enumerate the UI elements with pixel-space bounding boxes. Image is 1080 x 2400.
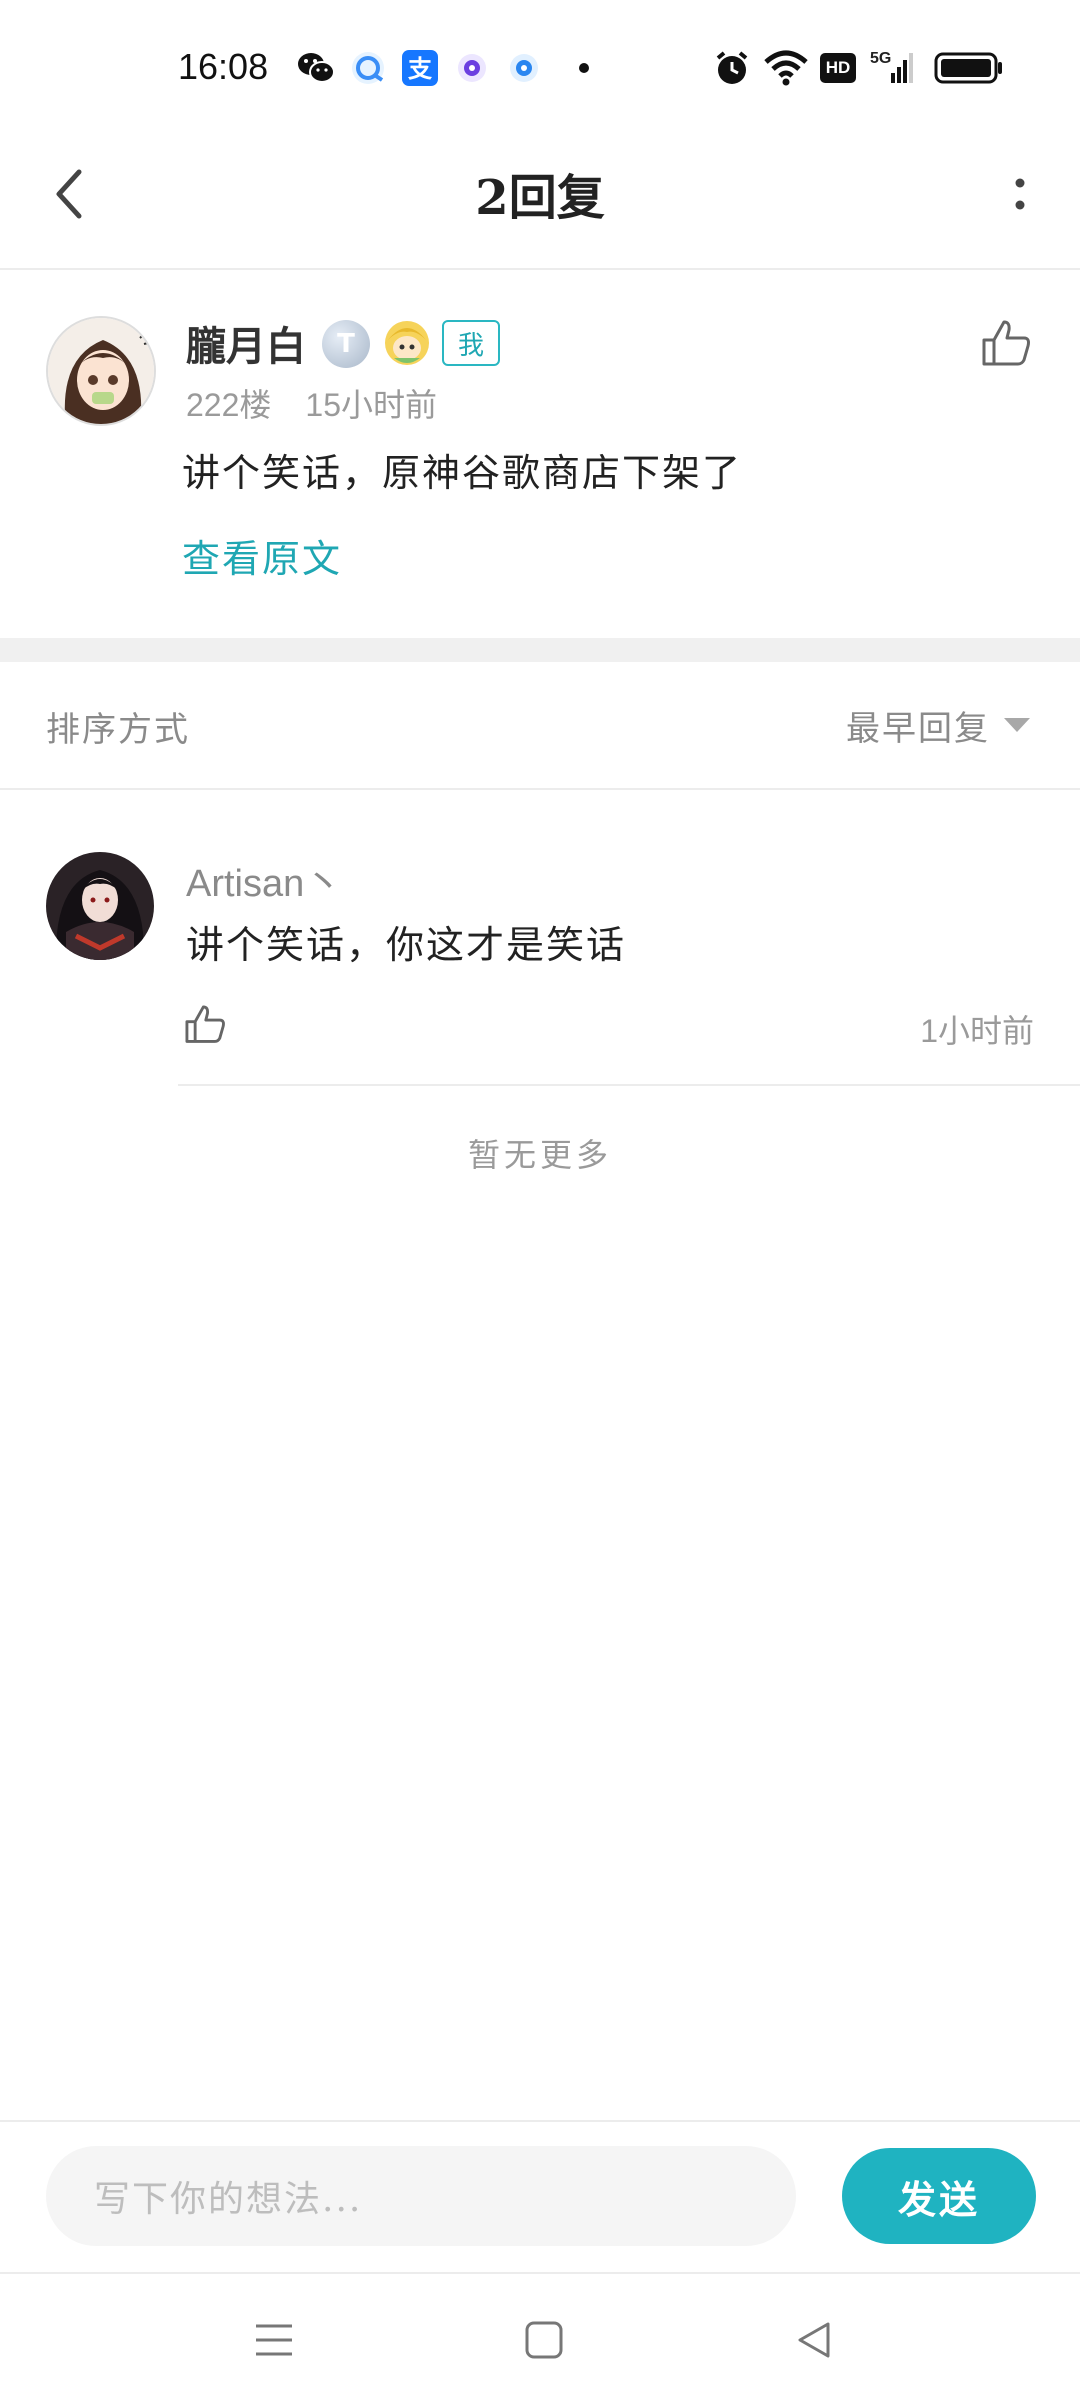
- back-nav-button[interactable]: [784, 2310, 844, 2370]
- divider: [178, 1084, 1080, 1086]
- sort-label: 排序方式: [46, 710, 190, 750]
- comment-meta: 222楼 15小时前: [186, 380, 437, 426]
- page-title: 2回复: [475, 170, 605, 226]
- floor-number: 222楼: [186, 387, 272, 423]
- wechat-icon: [296, 48, 336, 88]
- thumbs-up-icon: [982, 320, 1030, 366]
- home-square-icon: [525, 2321, 563, 2359]
- back-triangle-icon: [798, 2322, 830, 2358]
- reply-text: 讲个笑话，你这才是笑话: [186, 923, 627, 967]
- alipay-icon: 支: [400, 48, 440, 88]
- username[interactable]: Artisan丶: [186, 852, 342, 907]
- sort-selected: 最早回复: [846, 708, 990, 749]
- status-bar: 16:08 支 HD 5G: [0, 0, 1080, 120]
- thumbs-up-icon: [185, 1005, 225, 1043]
- 5g-signal-icon: 5G: [870, 46, 915, 90]
- menu-icon: [256, 2324, 292, 2356]
- wifi-icon: [762, 46, 810, 90]
- menu-button[interactable]: [244, 2310, 304, 2370]
- section-divider: [0, 638, 1080, 662]
- browser-icon: [348, 48, 388, 88]
- username[interactable]: 朧月白: [186, 314, 306, 372]
- send-button[interactable]: 发送: [842, 2148, 1036, 2244]
- like-button[interactable]: [182, 1002, 228, 1048]
- more-vertical-icon: [1015, 178, 1025, 210]
- avatar[interactable]: [46, 316, 156, 426]
- alarm-icon: [712, 46, 752, 90]
- app-icon: [452, 48, 492, 88]
- svg-text:支: 支: [408, 55, 433, 83]
- original-comment: 朧月白 T 我 222楼 15小时前 讲个笑话，原神谷歌商店下架了 查看原文: [0, 272, 1080, 637]
- avatar[interactable]: [46, 852, 154, 960]
- sort-bar: 排序方式 最早回复: [0, 662, 1080, 790]
- reply-item: Artisan丶 讲个笑话，你这才是笑话 1小时前: [0, 792, 1080, 1086]
- pal-badge-icon: [382, 318, 432, 368]
- hd-label: HD: [820, 53, 856, 83]
- level-badge-label: T: [337, 329, 355, 359]
- level-badge: T: [322, 320, 370, 368]
- composer-bar: 写下你的想法... 发送: [0, 2120, 1080, 2272]
- reply-input-placeholder: 写下你的想法...: [94, 2179, 363, 2220]
- caret-down-icon: [1004, 718, 1030, 732]
- no-more-text: 暂无更多: [467, 1136, 612, 1174]
- app2-icon: [504, 48, 544, 88]
- me-tag: 我: [442, 320, 500, 366]
- reply-input[interactable]: 写下你的想法...: [46, 2146, 796, 2246]
- dot-icon: [564, 48, 604, 88]
- like-button[interactable]: [978, 316, 1034, 372]
- reply-time: 1小时前: [920, 1013, 1034, 1049]
- battery-icon: [934, 46, 1004, 90]
- hd-icon: HD: [820, 46, 856, 90]
- comment-text: 讲个笑话，原神谷歌商店下架了: [182, 451, 743, 495]
- comment-time: 15小时前: [305, 387, 438, 423]
- more-button[interactable]: [990, 160, 1050, 230]
- network-label: 5G: [870, 50, 892, 67]
- sort-dropdown[interactable]: 最早回复: [846, 700, 1030, 750]
- status-time: 16:08: [178, 46, 269, 87]
- view-original-link[interactable]: 查看原文: [182, 528, 342, 583]
- home-button[interactable]: [514, 2310, 574, 2370]
- system-nav-bar: [0, 2272, 1080, 2400]
- top-nav: 2回复: [0, 120, 1080, 270]
